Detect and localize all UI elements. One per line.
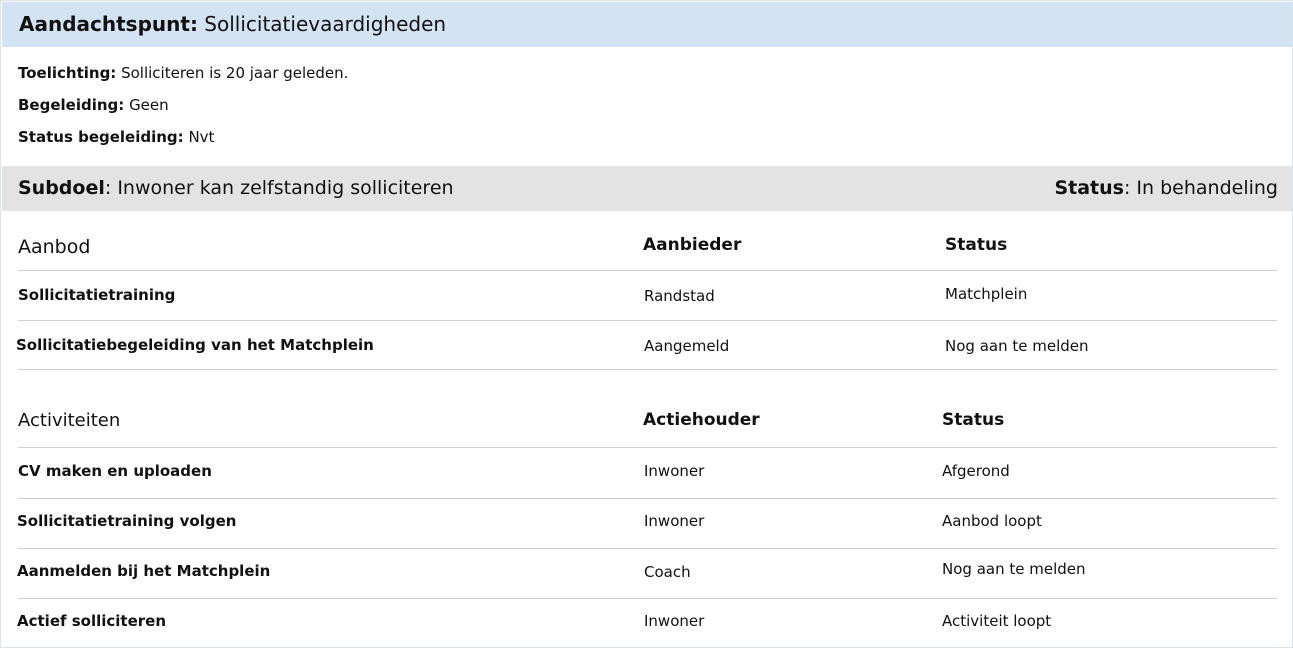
activiteit-row-3-status: Nog aan te melden — [942, 560, 1086, 578]
toelichting-line: Toelichting: Solliciteren is 20 jaar gel… — [18, 64, 348, 82]
aanbod-row-1-status: Matchplein — [945, 285, 1028, 303]
aanbieder-header: Aanbieder — [643, 235, 742, 255]
activiteit-row-4-name: Actief solliciteren — [17, 612, 167, 630]
aanbod-divider — [18, 320, 1277, 321]
activiteit-row-2-name: Sollicitatietraining volgen — [17, 512, 237, 530]
status-begeleiding-line: Status begeleiding: Nvt — [18, 128, 214, 146]
activiteiten-divider — [18, 498, 1277, 499]
aanbod-divider — [18, 270, 1277, 271]
activiteit-row-1-status: Afgerond — [942, 462, 1010, 480]
activiteiten-divider — [18, 447, 1277, 448]
begeleiding-line: Begeleiding: Geen — [18, 96, 169, 114]
aanbod-row-1-aanbieder: Randstad — [644, 287, 715, 305]
activiteit-row-4-status: Activiteit loopt — [942, 612, 1052, 630]
toelichting-label: Toelichting: — [18, 64, 117, 82]
toelichting-value: Solliciteren is 20 jaar geleden. — [121, 64, 349, 82]
begeleiding-value: Geen — [129, 96, 169, 114]
status-begeleiding-label: Status begeleiding: — [18, 128, 184, 146]
subdoel-status-label: Status — [1054, 177, 1124, 199]
subdoel-value: : Inwoner kan zelfstandig solliciteren — [104, 177, 454, 199]
aandachtspunt-title: Aandachtspunt: Sollicitatievaardigheden — [19, 12, 446, 36]
activiteit-row-1-actiehouder: Inwoner — [644, 462, 705, 480]
subdoel-title: Subdoel: Inwoner kan zelfstandig sollici… — [18, 177, 454, 199]
activiteit-row-2-actiehouder: Inwoner — [644, 512, 705, 530]
aandachtspunt-header: Aandachtspunt: Sollicitatievaardigheden — [2, 2, 1292, 47]
aanbod-row-2-status: Nog aan te melden — [945, 337, 1089, 355]
aandachtspunt-value: Sollicitatievaardigheden — [204, 12, 447, 36]
activiteit-row-4-actiehouder: Inwoner — [644, 612, 705, 630]
subdoel-status: Status: In behandeling — [1054, 177, 1278, 199]
activiteiten-status-header: Status — [942, 410, 1005, 430]
subdoel-label: Subdoel — [18, 177, 105, 199]
subdoel-bar: Subdoel: Inwoner kan zelfstandig sollici… — [2, 166, 1292, 211]
activiteiten-divider — [18, 548, 1277, 549]
aanbod-header: Aanbod — [18, 236, 91, 258]
activiteiten-header: Activiteiten — [18, 410, 121, 431]
status-begeleiding-value: Nvt — [188, 128, 215, 146]
aanbod-row-2-name: Sollicitatiebegeleiding van het Matchple… — [16, 336, 374, 354]
aanbod-row-2-aanbieder: Aangemeld — [644, 337, 730, 355]
activiteit-row-1-name: CV maken en uploaden — [18, 462, 212, 480]
aandachtspunt-card: Aandachtspunt: Sollicitatievaardigheden … — [0, 0, 1293, 648]
aanbod-status-header: Status — [945, 235, 1008, 255]
activiteiten-divider — [18, 598, 1277, 599]
aanbod-row-1-name: Sollicitatietraining — [18, 286, 176, 304]
subdoel-status-value: : In behandeling — [1123, 177, 1278, 199]
activiteit-row-3-actiehouder: Coach — [644, 563, 691, 581]
activiteit-row-2-status: Aanbod loopt — [942, 512, 1042, 530]
activiteit-row-3-name: Aanmelden bij het Matchplein — [17, 562, 271, 580]
actiehouder-header: Actiehouder — [643, 410, 760, 430]
aandachtspunt-label: Aandachtspunt: — [19, 12, 198, 36]
begeleiding-label: Begeleiding: — [18, 96, 125, 114]
aanbod-divider — [18, 369, 1277, 370]
